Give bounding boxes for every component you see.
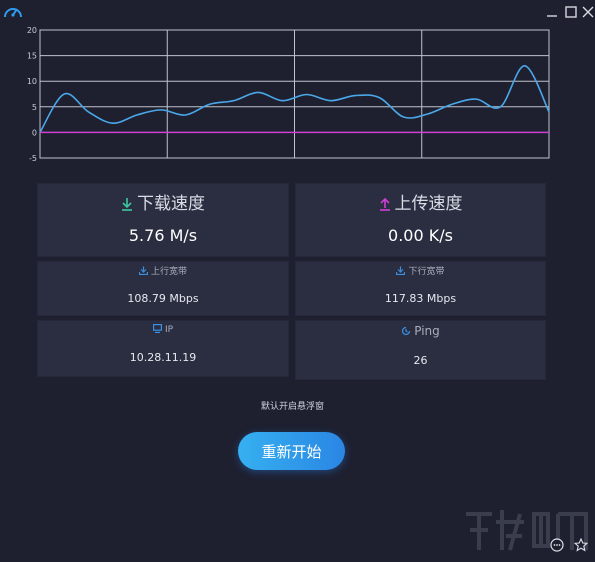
y-tick-label: 20 — [27, 26, 37, 35]
title-bar — [0, 0, 595, 26]
up-bandwidth-value: 108.79 Mbps — [127, 292, 199, 305]
download-speed-value: 5.76 M/s — [128, 226, 198, 245]
y-tick-label: 0 — [32, 128, 37, 137]
download-speed-title: 下载速度 — [137, 194, 205, 214]
upload-arrow-icon — [379, 197, 390, 211]
download-speed-panel: 下载速度 5.76 M/s — [37, 183, 289, 257]
up-bandwidth-title: 上行宽带 — [150, 267, 187, 277]
watermark-logo — [466, 510, 588, 551]
monitor-icon — [152, 324, 162, 333]
download-arrow-icon — [122, 198, 132, 211]
down-bandwidth-title: 下行宽带 — [408, 267, 445, 277]
speedometer-icon — [4, 8, 22, 18]
star-icon[interactable] — [574, 538, 588, 552]
ip-value: 10.28.11.19 — [129, 351, 197, 364]
y-tick-label: 15 — [27, 52, 37, 61]
close-icon[interactable] — [580, 4, 595, 20]
y-tick-label: -5 — [29, 154, 37, 163]
speed-chart: 20 15 10 5 0 -5 — [27, 26, 550, 163]
upload-speed-value: 0.00 K/s — [388, 226, 453, 245]
download-tray-icon — [138, 266, 148, 275]
ping-title: Ping — [414, 324, 440, 338]
float-window-option[interactable]: 默认开启悬浮窗 — [0, 399, 585, 412]
dots-circle-icon[interactable] — [550, 538, 564, 552]
y-tick-label: 10 — [27, 77, 37, 86]
clock-icon — [402, 326, 411, 336]
download-tray-icon — [396, 266, 406, 275]
up-bandwidth-panel: 上行宽带 108.79 Mbps — [37, 261, 289, 316]
ping-value: 26 — [413, 354, 428, 367]
chart-grid — [39, 29, 550, 159]
y-tick-label: 5 — [32, 103, 37, 112]
ping-panel: Ping 26 — [295, 320, 546, 380]
y-axis-ticks: 20 15 10 5 0 -5 — [27, 26, 37, 163]
minimize-icon[interactable] — [544, 4, 560, 20]
upload-speed-panel: 上传速度 0.00 K/s — [295, 183, 546, 257]
restart-button[interactable]: 重新开始 — [238, 432, 345, 470]
ip-title: IP — [164, 325, 174, 335]
down-bandwidth-panel: 下行宽带 117.83 Mbps — [295, 261, 546, 316]
upload-speed-title: 上传速度 — [394, 194, 463, 214]
ip-panel: IP 10.28.11.19 — [37, 320, 289, 377]
maximize-icon[interactable] — [563, 4, 579, 20]
down-bandwidth-value: 117.83 Mbps — [384, 292, 457, 305]
